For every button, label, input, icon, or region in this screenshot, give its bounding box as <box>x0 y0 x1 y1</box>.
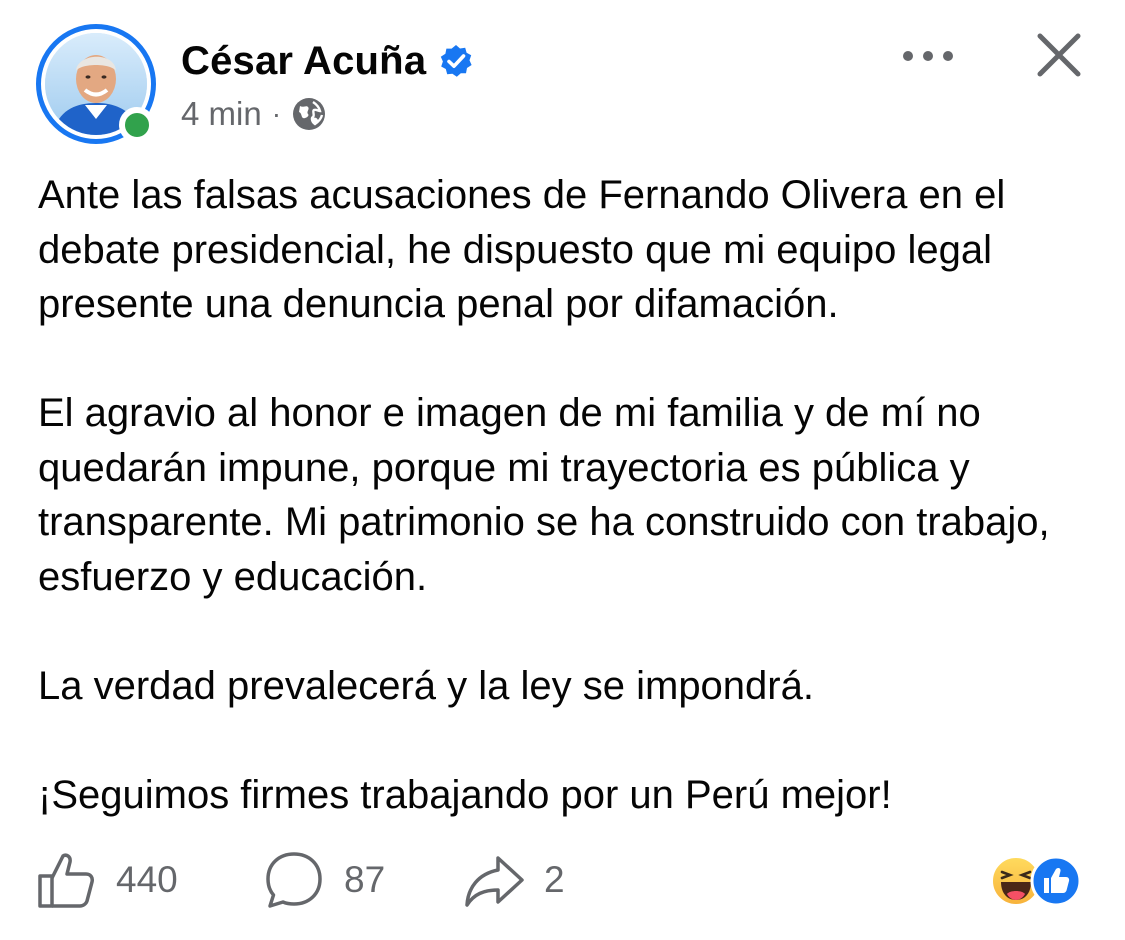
like-count: 440 <box>116 859 178 900</box>
author-row: César Acuña <box>181 36 474 86</box>
more-dots-icon <box>903 51 953 61</box>
close-button[interactable] <box>1030 30 1088 80</box>
globe-icon[interactable] <box>291 96 327 132</box>
post-header: César Acuña 4 min · <box>0 0 1125 150</box>
post-paragraph: La verdad prevalecerá y la ley se impond… <box>38 663 814 708</box>
reaction-summary[interactable] <box>990 855 1090 907</box>
like-button[interactable]: 440 <box>36 850 178 910</box>
post-paragraph: Ante las falsas acusaciones de Fernando … <box>38 173 1006 326</box>
post-paragraph: ¡Seguimos firmes trabajando por un Perú … <box>38 772 892 817</box>
share-count: 2 <box>544 859 565 900</box>
comment-button[interactable]: 87 <box>264 850 385 910</box>
more-options-button[interactable] <box>896 36 960 76</box>
thumbs-up-icon <box>38 853 94 908</box>
action-bar: 440 87 2 <box>0 840 1125 920</box>
author-name[interactable]: César Acuña <box>181 39 426 84</box>
post-timestamp[interactable]: 4 min <box>181 95 262 133</box>
post-meta: 4 min · <box>181 92 327 136</box>
online-status-dot <box>119 107 155 143</box>
share-arrow-icon <box>465 856 524 907</box>
post-body: Ante las falsas acusaciones de Fernando … <box>38 168 1098 822</box>
meta-separator: · <box>271 98 282 129</box>
comment-bubble-icon <box>266 852 322 908</box>
verified-badge-icon <box>438 43 474 79</box>
comment-count: 87 <box>344 859 386 900</box>
post-paragraph: El agravio al honor e imagen de mi famil… <box>38 391 1050 599</box>
share-button[interactable]: 2 <box>464 850 565 910</box>
like-reaction-icon <box>1030 855 1082 907</box>
close-icon <box>1037 33 1081 77</box>
